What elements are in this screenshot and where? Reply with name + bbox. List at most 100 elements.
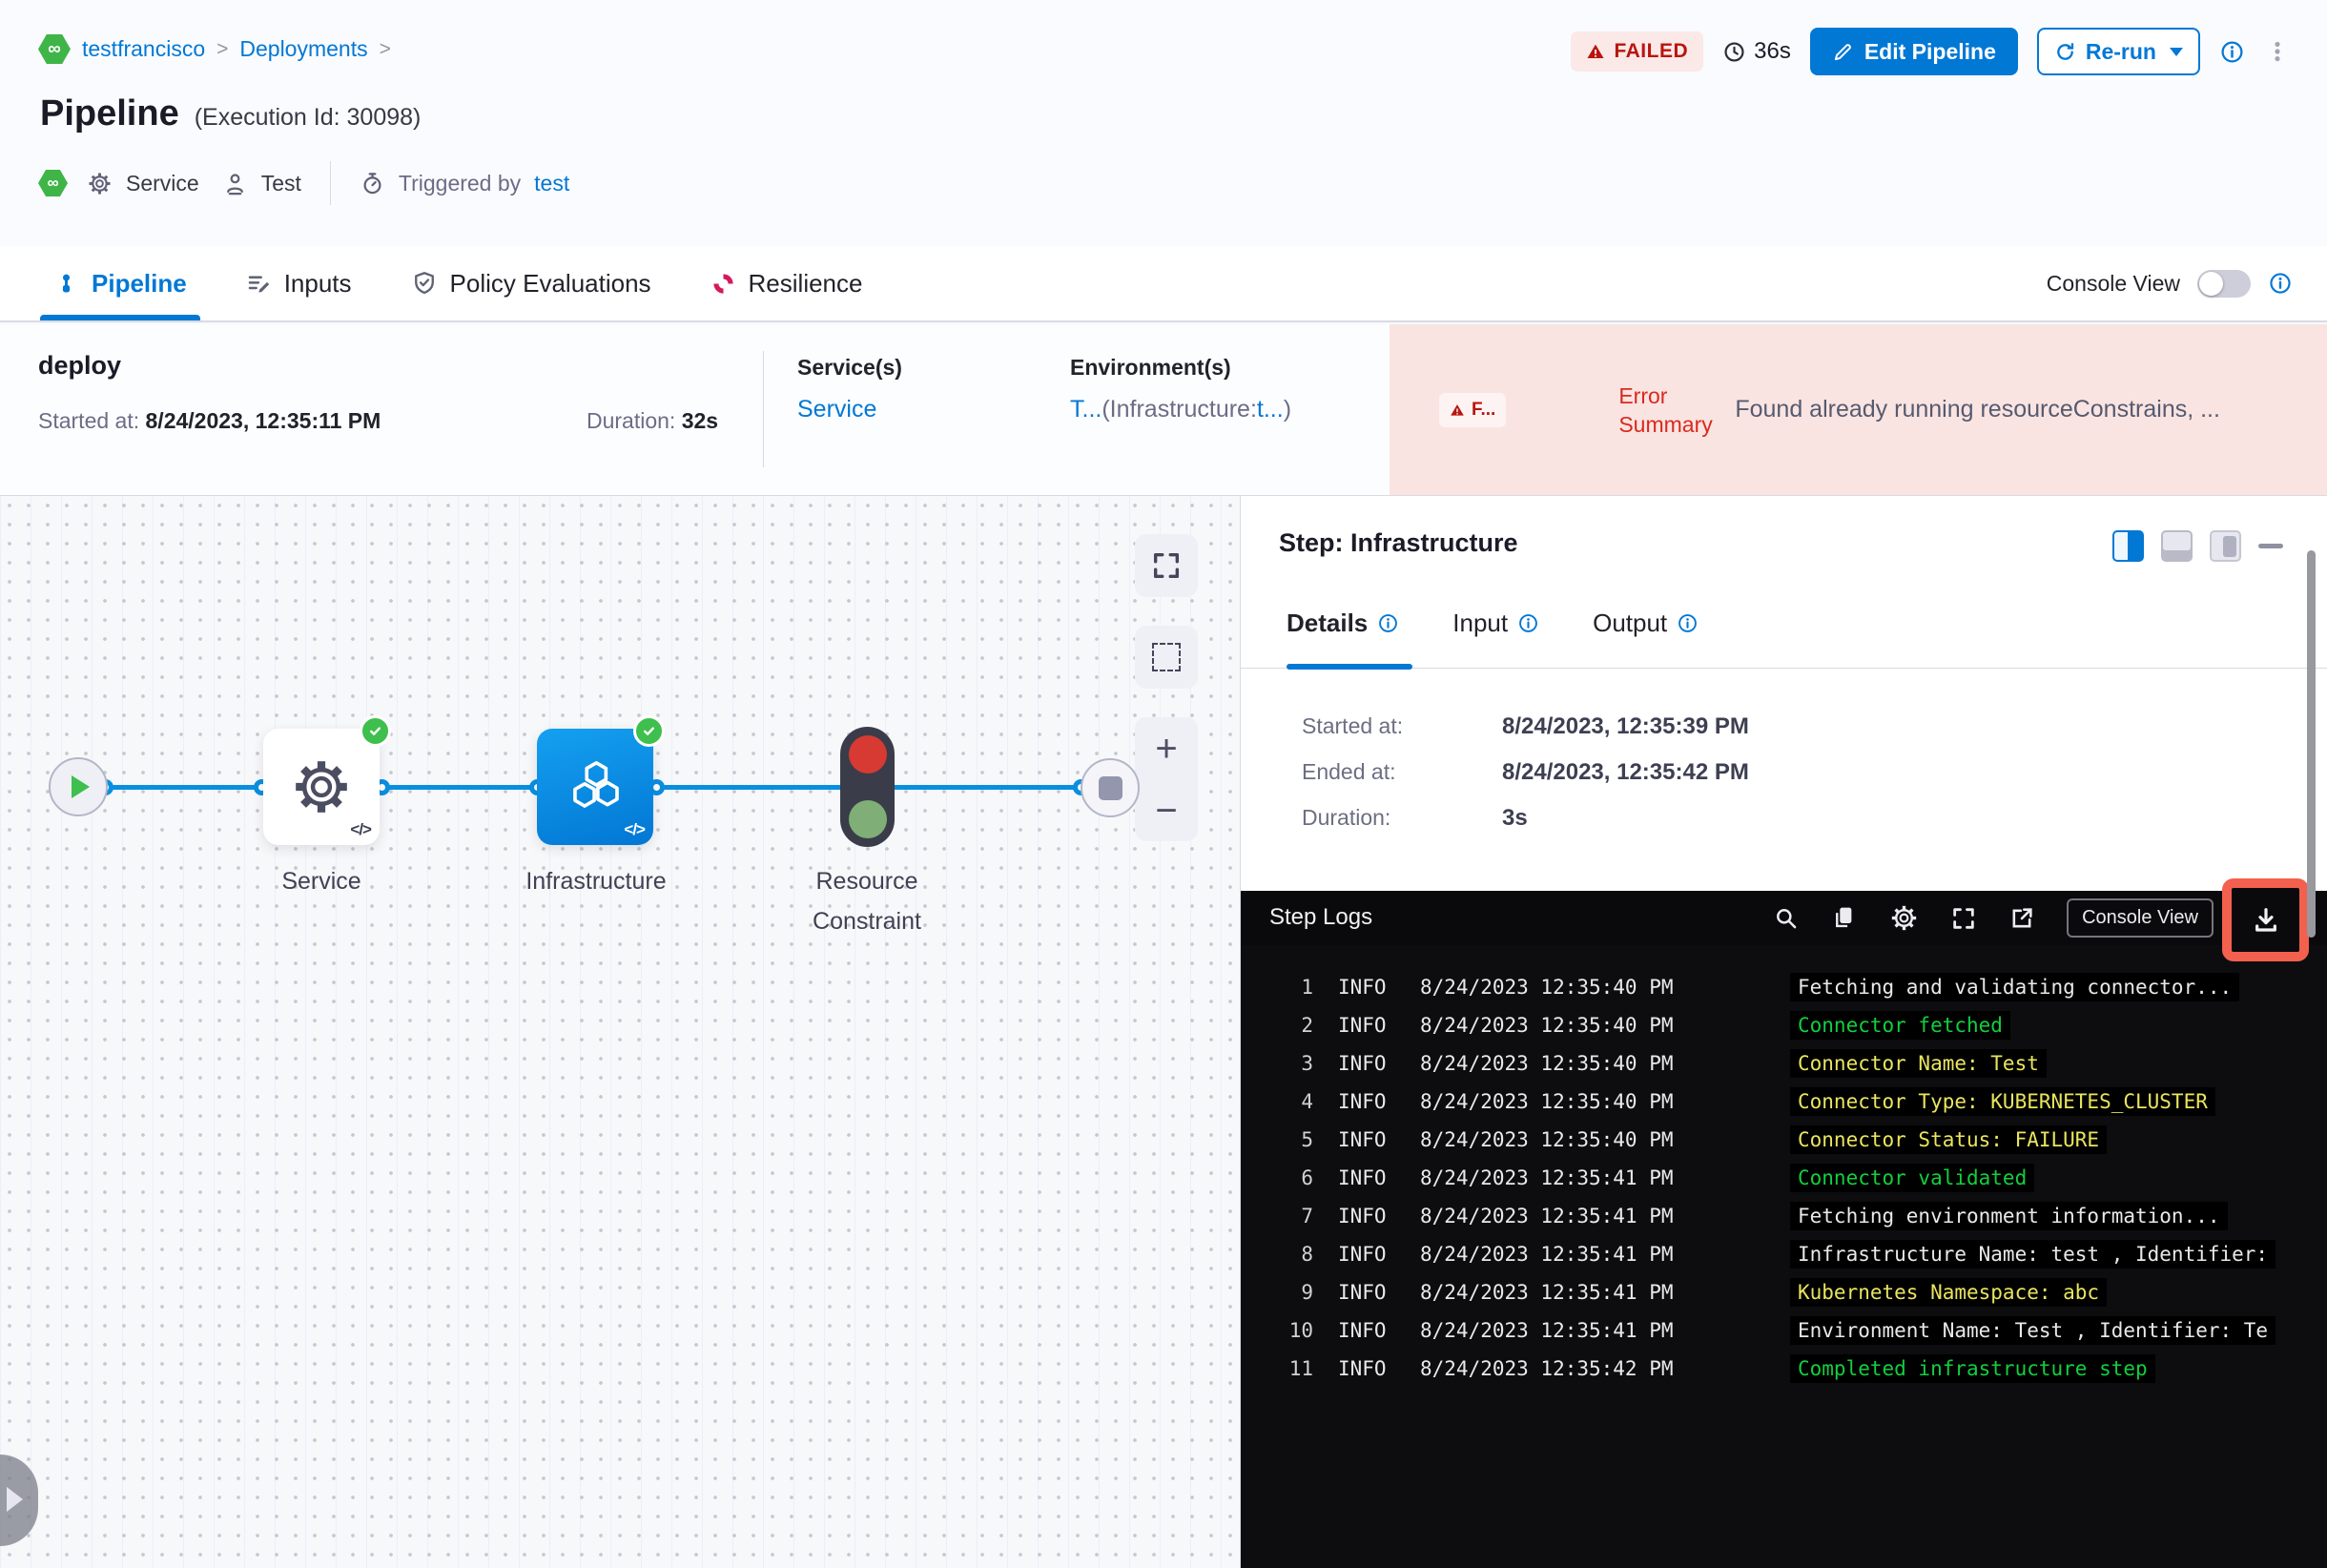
environments-label: Environment(s)	[1070, 355, 1231, 380]
log-fullscreen-button[interactable]	[1950, 905, 1977, 932]
log-row: 4 INFO 8/24/2023 12:35:40 PM Connector Type…	[1241, 1083, 2327, 1121]
toggle-knob	[2199, 271, 2223, 296]
tab-pipeline[interactable]: Pipeline	[40, 246, 200, 320]
edit-pipeline-button[interactable]: Edit Pipeline	[1809, 28, 2018, 75]
tab-inputs[interactable]: Inputs	[246, 246, 352, 320]
canvas-select-button[interactable]	[1135, 626, 1198, 689]
elapsed-time-value: 36s	[1754, 38, 1791, 64]
layout-bar	[2223, 535, 2236, 557]
harness-logo-icon: ∞	[38, 34, 71, 64]
log-rows: 1 INFO 8/24/2023 12:35:40 PM Fetching and v…	[1241, 968, 2327, 1388]
environment-link[interactable]: T...	[1070, 396, 1102, 423]
canvas-fullscreen-button[interactable]	[1135, 534, 1198, 597]
stage-summary-bar: deploy Started at: 8/24/2023, 12:35:11 P…	[0, 324, 2327, 496]
marquee-icon	[1152, 643, 1181, 671]
view-tabbar: Pipeline Inputs Policy Evaluations Resil…	[0, 246, 2327, 322]
expand-left-panel-handle[interactable]	[0, 1455, 38, 1546]
log-message: Connector Name: Test	[1790, 1049, 2047, 1078]
minimize-panel-button[interactable]	[2258, 544, 2283, 548]
tab-policy-evaluations[interactable]: Policy Evaluations	[411, 246, 651, 320]
rerun-label: Re-run	[2085, 38, 2156, 64]
step-logs-body[interactable]: 1 INFO 8/24/2023 12:35:40 PM Fetching and v…	[1241, 945, 2327, 1568]
info-icon[interactable]	[1677, 612, 1699, 634]
failed-mini-label: F...	[1472, 399, 1496, 420]
header-actions: FAILED 36s Edit Pipeline Re-run	[1571, 27, 2291, 76]
tab-output[interactable]: Output	[1593, 609, 1699, 638]
log-search-button[interactable]	[1773, 905, 1799, 931]
breadcrumb-project-link[interactable]: testfrancisco	[82, 36, 205, 62]
red-light-icon	[848, 735, 887, 774]
tab-label: Resilience	[748, 268, 863, 298]
layout-minimized-view-button[interactable]	[2210, 530, 2241, 562]
log-message: Completed infrastructure step	[1790, 1354, 2155, 1383]
log-line-number: 7	[1301, 1205, 1313, 1228]
log-timestamp: 8/24/2023 12:35:40 PM	[1420, 1014, 1674, 1037]
log-timestamp: 8/24/2023 12:35:40 PM	[1420, 1090, 1674, 1113]
environments-column: Environment(s) T...(Infrastructure:t...)	[1070, 355, 1291, 423]
canvas-zoom-panel: + −	[1135, 717, 1198, 841]
triggered-by-user-link[interactable]: test	[534, 171, 569, 196]
log-line-number: 9	[1301, 1281, 1313, 1304]
log-row: 9 INFO 8/24/2023 12:35:41 PM Kubernetes Nam…	[1241, 1273, 2327, 1311]
log-download-button[interactable]	[2251, 905, 2281, 936]
summary-divider	[763, 351, 764, 467]
log-level: INFO	[1338, 1205, 1387, 1228]
log-level: INFO	[1338, 1281, 1387, 1304]
info-icon[interactable]	[2219, 39, 2245, 65]
console-view-toggle[interactable]	[2197, 269, 2251, 298]
panel-scrollbar[interactable]	[2307, 550, 2316, 938]
start-node[interactable]	[49, 757, 108, 816]
log-line-number: 5	[1301, 1128, 1313, 1151]
log-line-number: 6	[1301, 1166, 1313, 1189]
edit-pipeline-label: Edit Pipeline	[1864, 38, 1996, 64]
elapsed-time: 36s	[1722, 38, 1791, 65]
rerun-button[interactable]: Re-run	[2036, 28, 2200, 75]
infrastructure-step-node[interactable]: </>	[537, 715, 665, 845]
error-summary-area: F... Error Summary Found already running…	[1390, 324, 2327, 495]
log-timestamp: 8/24/2023 12:35:41 PM	[1420, 1243, 1674, 1266]
top-header: ∞ testfrancisco > Deployments > Pipeline…	[0, 0, 2327, 246]
node-label-service: Service	[281, 868, 361, 895]
end-node[interactable]	[1081, 758, 1140, 817]
zoom-out-button[interactable]: −	[1155, 792, 1177, 830]
log-row: 3 INFO 8/24/2023 12:35:40 PM Connector Name…	[1241, 1044, 2327, 1083]
layout-bottom-view-button[interactable]	[2161, 530, 2193, 562]
tab-resilience[interactable]: Resilience	[710, 246, 863, 320]
started-at-label: Started at:	[38, 408, 140, 433]
shield-check-icon	[411, 270, 438, 297]
log-row: 5 INFO 8/24/2023 12:35:40 PM Connector Stat…	[1241, 1121, 2327, 1159]
info-icon[interactable]	[1377, 612, 1399, 634]
code-badge: </>	[624, 820, 646, 838]
log-row: 1 INFO 8/24/2023 12:35:40 PM Fetching and v…	[1241, 968, 2327, 1006]
console-view-control: Console View	[2047, 269, 2293, 298]
log-level: INFO	[1338, 1166, 1387, 1189]
zoom-in-button[interactable]: +	[1155, 730, 1177, 768]
tab-details[interactable]: Details	[1287, 609, 1399, 638]
field-label: Started at:	[1302, 713, 1404, 738]
execution-id: (Execution Id: 30098)	[194, 104, 422, 131]
info-icon[interactable]	[2268, 271, 2293, 296]
breadcrumb-deployments-link[interactable]: Deployments	[239, 36, 367, 62]
log-level: INFO	[1338, 1014, 1387, 1037]
info-icon[interactable]	[1517, 612, 1539, 634]
log-message: Environment Name: Test , Identifier: Te	[1790, 1316, 2276, 1345]
log-open-new-tab-button[interactable]	[2008, 905, 2035, 932]
log-line-number: 3	[1301, 1052, 1313, 1075]
log-timestamp: 8/24/2023 12:35:42 PM	[1420, 1357, 1674, 1380]
layout-right-view-button[interactable]	[2112, 530, 2144, 562]
tab-input[interactable]: Input	[1452, 609, 1539, 638]
warning-icon	[1450, 402, 1465, 418]
log-line-number: 1	[1301, 976, 1313, 999]
log-console-view-button[interactable]: Console View	[2067, 898, 2214, 938]
infrastructure-link[interactable]: t...	[1257, 396, 1284, 423]
kebab-menu-icon[interactable]	[2264, 38, 2291, 65]
field-value: 3s	[1502, 805, 1528, 831]
log-settings-button[interactable]	[1889, 903, 1919, 933]
log-copy-button[interactable]	[1830, 904, 1858, 932]
service-step-node[interactable]: </>	[263, 715, 391, 845]
environment-infra-text: (Infrastructure:	[1102, 396, 1257, 423]
service-link[interactable]: Service	[797, 396, 902, 423]
resource-constraint-node[interactable]	[840, 727, 895, 847]
pipeline-graph-canvas[interactable]: </> Service </> Infrastructure Resource …	[0, 496, 1241, 1568]
field-label: Ended at:	[1302, 759, 1396, 784]
